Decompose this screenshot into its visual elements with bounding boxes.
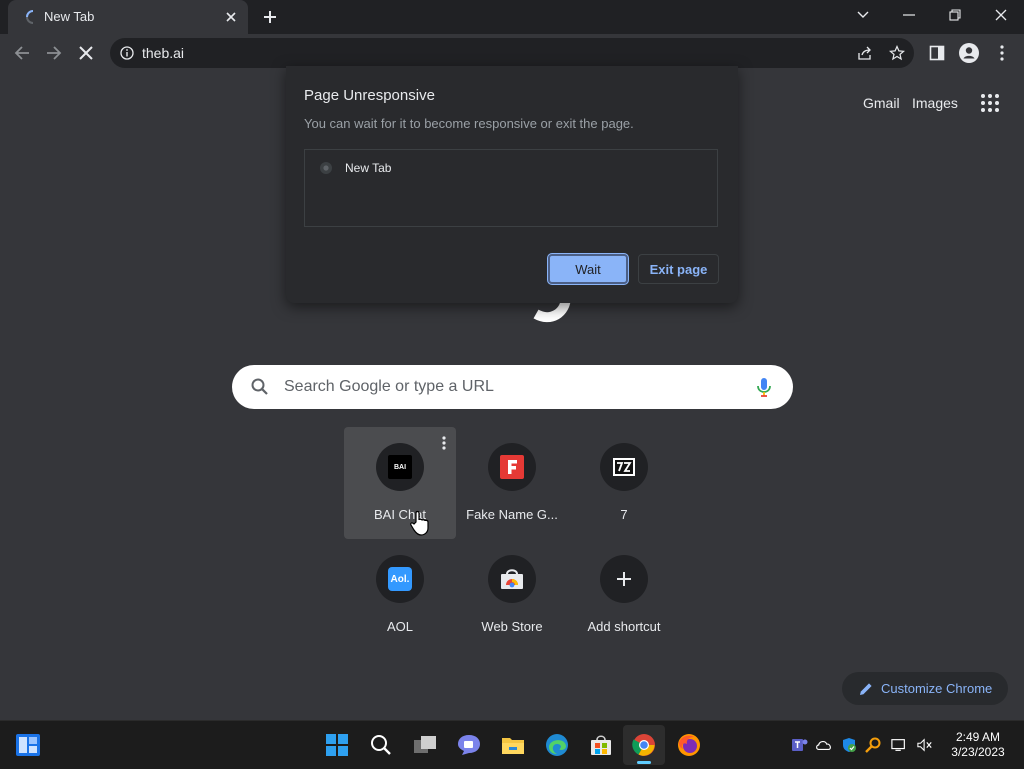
tab-close-icon[interactable] [220,6,242,28]
search-box[interactable]: Search Google or type a URL [232,365,793,409]
new-tab-button[interactable] [258,5,282,29]
tab-title: New Tab [44,9,95,24]
stop-loading-icon[interactable] [73,40,99,66]
minimize-icon[interactable] [886,0,932,30]
7zip-icon [600,443,648,491]
taskbar: 2:49 AM 3/23/2023 [0,720,1024,769]
shortcut-label: 7 [620,507,628,522]
task-view-icon[interactable] [413,733,437,757]
back-arrow-icon[interactable] [9,40,35,66]
clock-date: 3/23/2023 [951,745,1005,759]
system-clock[interactable]: 2:49 AM 3/23/2023 [946,730,1010,760]
shortcut-more-icon[interactable] [440,435,448,451]
security-shield-icon[interactable] [841,737,857,753]
share-icon[interactable] [855,43,875,63]
web-store-icon [488,555,536,603]
customize-chrome-button[interactable]: Customize Chrome [842,672,1008,705]
file-explorer-icon[interactable] [501,733,525,757]
tab-search-chevron-icon[interactable] [840,0,886,30]
shortcut-label: BAI Chat [373,507,427,522]
loading-spinner-icon [26,10,34,24]
search-input[interactable]: Search Google or type a URL [284,378,494,396]
shortcut-web-store[interactable]: Web Store [456,539,568,651]
aol-icon: Aol. [376,555,424,603]
address-bar[interactable]: theb.ai [110,38,914,68]
teams-tray-icon[interactable] [792,737,808,753]
kebab-menu-icon[interactable] [989,40,1015,66]
teams-chat-icon[interactable] [457,733,481,757]
start-windows-icon[interactable] [325,733,349,757]
google-apps-icon[interactable] [980,93,1000,113]
site-info-icon[interactable] [120,46,134,60]
microphone-icon[interactable] [753,376,775,398]
wait-button[interactable]: Wait [548,254,628,284]
shortcut-aol[interactable]: Aol. AOL [344,539,456,651]
shortcut-label: AOL [386,619,413,634]
search-icon [251,378,268,395]
network-icon[interactable] [891,737,907,753]
fake-name-generator-icon [488,443,536,491]
widgets-icon[interactable] [16,733,40,757]
plus-icon [600,555,648,603]
restore-icon[interactable] [932,0,978,30]
url-text: theb.ai [142,45,185,61]
bai-chat-icon: BAI [376,443,424,491]
volume-muted-icon[interactable] [917,737,933,753]
list-item: New Tab [345,161,392,175]
chrome-favicon-icon [320,162,332,174]
bookmark-star-icon[interactable] [887,43,907,63]
tab-new-tab[interactable]: New Tab [8,0,248,34]
shortcut-7[interactable]: 7 [568,427,680,539]
firefox-icon[interactable] [677,733,701,757]
shortcut-label: Fake Name G... [466,507,558,522]
forward-arrow-icon[interactable] [41,40,67,66]
search-taskbar-icon[interactable] [369,733,393,757]
shortcut-label: Add shortcut [587,619,661,634]
magnifier-tray-icon[interactable] [865,737,881,753]
close-window-icon[interactable] [978,0,1024,30]
active-app-indicator [637,761,651,764]
customize-chrome-label: Customize Chrome [881,681,993,696]
microsoft-store-icon[interactable] [589,733,613,757]
images-link[interactable]: Images [912,95,958,111]
shortcut-bai-chat[interactable]: BAI BAI Chat [344,427,456,539]
clock-time: 2:49 AM [955,730,1001,744]
shortcut-fake-name-generator[interactable]: Fake Name G... [456,427,568,539]
unresponsive-pages-list: New Tab [304,149,718,227]
tab-strip: New Tab [0,0,1024,34]
dialog-title: Page Unresponsive [304,87,435,104]
dialog-message: You can wait for it to become responsive… [304,116,634,131]
edge-browser-icon[interactable] [545,733,569,757]
pencil-icon [860,683,872,695]
shortcut-label: Web Store [481,619,543,634]
side-panel-icon[interactable] [924,40,950,66]
chrome-taskbar-icon[interactable] [632,733,656,757]
add-shortcut-button[interactable]: Add shortcut [568,539,680,651]
hand-cursor-icon [410,510,429,536]
profile-icon[interactable] [956,40,982,66]
onedrive-icon[interactable] [816,737,832,753]
gmail-link[interactable]: Gmail [863,95,900,111]
page-unresponsive-dialog: Page Unresponsive You can wait for it to… [286,66,738,303]
exit-page-button[interactable]: Exit page [638,254,719,284]
